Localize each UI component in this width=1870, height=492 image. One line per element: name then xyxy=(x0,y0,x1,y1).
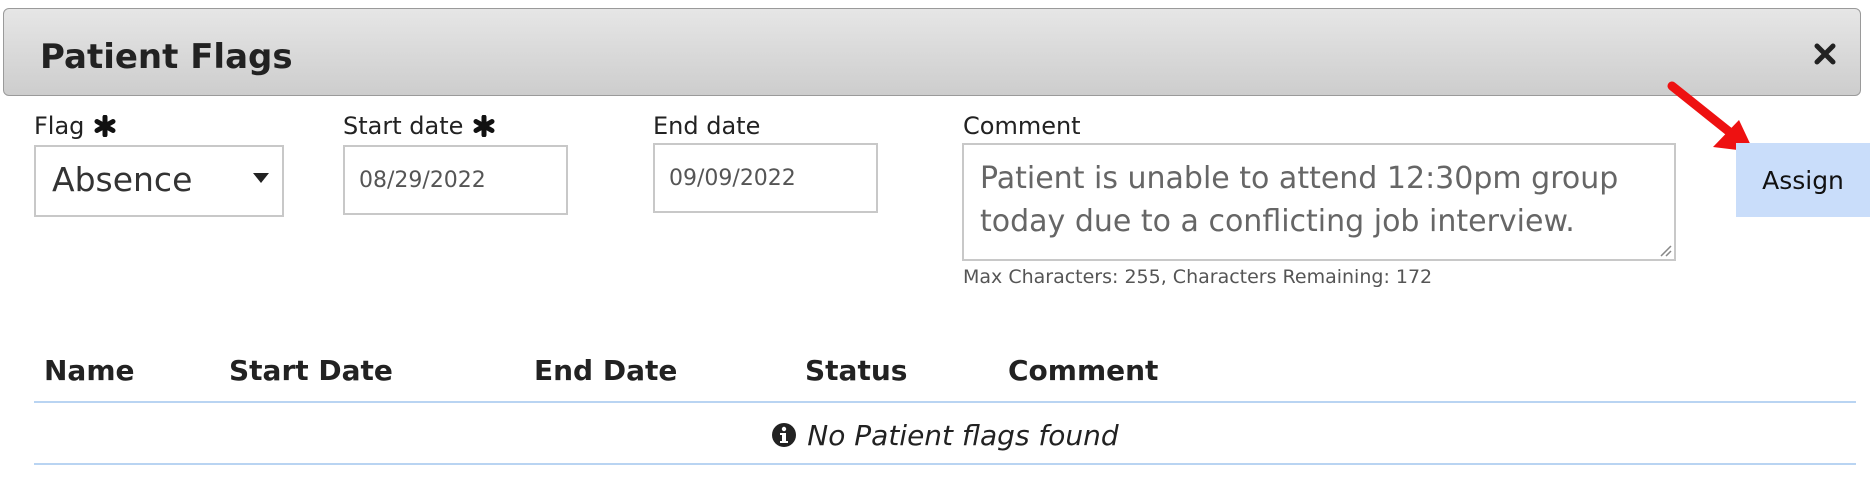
column-header-comment[interactable]: Comment xyxy=(1008,354,1158,387)
flag-select-value: Absence xyxy=(52,160,193,199)
comment-textarea[interactable]: Patient is unable to attend 12:30pm grou… xyxy=(962,143,1676,261)
flag-label-text: Flag xyxy=(34,112,85,140)
end-date-label-text: End date xyxy=(653,112,761,140)
column-header-end-date[interactable]: End Date xyxy=(534,354,677,387)
table-empty-row: No Patient flags found xyxy=(34,410,1856,460)
info-icon xyxy=(772,423,797,447)
table-header-divider xyxy=(34,401,1856,403)
empty-table-message: No Patient flags found xyxy=(807,418,1119,452)
required-asterisk-icon xyxy=(473,115,495,137)
required-asterisk-icon xyxy=(94,115,116,137)
flag-select[interactable]: Absence xyxy=(34,145,284,217)
comment-label-text: Comment xyxy=(963,112,1081,140)
column-header-name[interactable]: Name xyxy=(44,354,135,387)
end-date-input[interactable]: 09/09/2022 xyxy=(653,143,878,213)
close-icon[interactable] xyxy=(1810,39,1840,69)
comment-text: Patient is unable to attend 12:30pm grou… xyxy=(980,161,1619,239)
character-counter: Max Characters: 255, Characters Remainin… xyxy=(963,266,1433,288)
start-date-label: Start date xyxy=(343,112,495,140)
column-header-status[interactable]: Status xyxy=(805,354,907,387)
resize-grip-icon[interactable] xyxy=(1658,243,1672,257)
comment-label: Comment xyxy=(963,112,1081,140)
dropdown-caret-icon xyxy=(253,173,269,183)
table-bottom-divider xyxy=(34,463,1856,465)
end-date-label: End date xyxy=(653,112,760,140)
dialog-titlebar: Patient Flags xyxy=(3,8,1861,96)
column-header-start-date[interactable]: Start Date xyxy=(229,354,393,387)
start-date-input[interactable]: 08/29/2022 xyxy=(343,145,568,215)
assign-button[interactable]: Assign xyxy=(1736,143,1870,217)
dialog-title: Patient Flags xyxy=(40,37,293,77)
start-date-label-text: Start date xyxy=(343,112,464,140)
flag-label: Flag xyxy=(34,112,116,140)
